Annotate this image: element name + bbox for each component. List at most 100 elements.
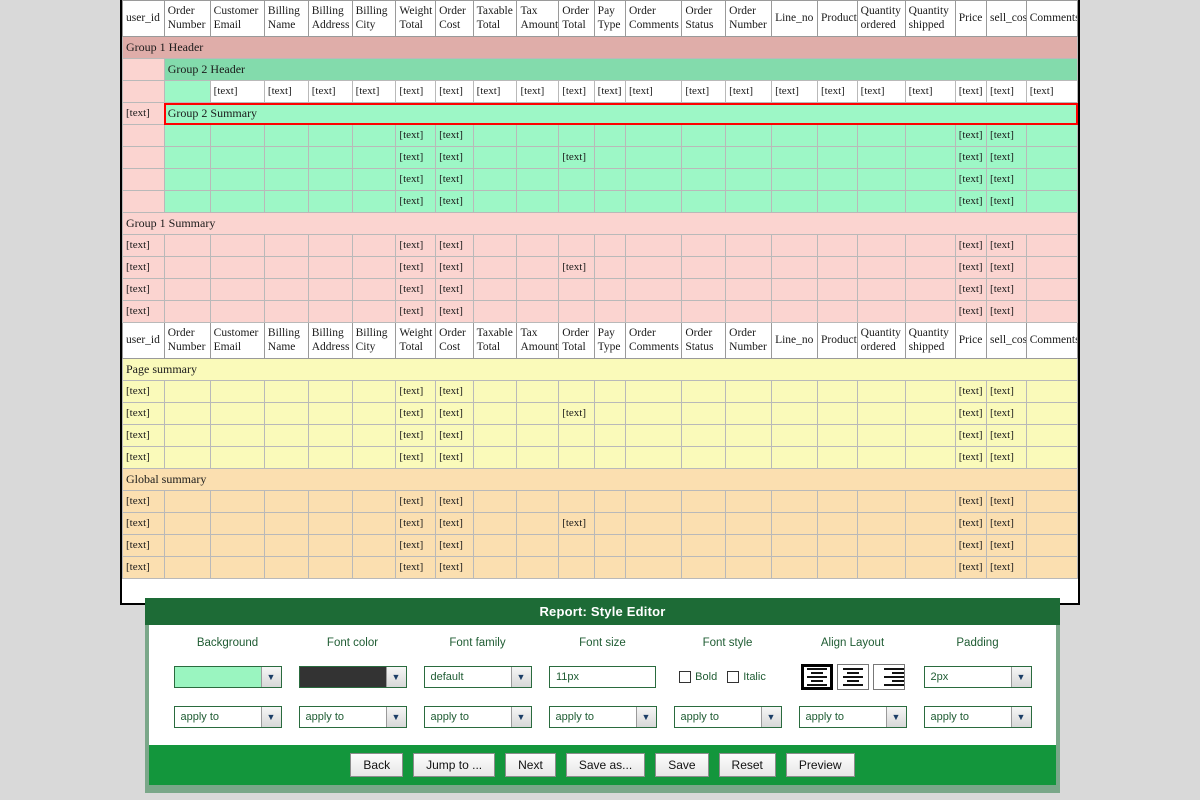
cell-14[interactable]	[726, 513, 772, 535]
cell-21[interactable]	[1026, 513, 1077, 535]
chevron-down-icon[interactable]: ▼	[386, 707, 406, 727]
cell-18[interactable]	[905, 191, 955, 213]
cell-3[interactable]	[264, 425, 308, 447]
cell-8[interactable]	[473, 513, 517, 535]
chevron-down-icon[interactable]: ▼	[261, 667, 281, 687]
cell-1[interactable]	[164, 425, 210, 447]
cell-11[interactable]	[594, 491, 625, 513]
cell-8[interactable]	[473, 169, 517, 191]
back-button[interactable]: Back	[350, 753, 403, 777]
page-summary-row[interactable]: [text][text][text][text][text]	[123, 447, 1078, 469]
cell-19[interactable]: [text]	[955, 147, 986, 169]
cell-19[interactable]: [text]	[955, 191, 986, 213]
cell-2[interactable]	[210, 169, 264, 191]
cell-6[interactable]: [text]	[396, 447, 436, 469]
cell-20[interactable]: [text]	[987, 191, 1027, 213]
cell-0[interactable]: [text]	[123, 447, 165, 469]
cell-7[interactable]: [text]	[436, 125, 474, 147]
font-size-input[interactable]: 11px	[549, 666, 656, 688]
group1-header-band[interactable]: Group 1 Header	[123, 37, 1078, 59]
cell-6[interactable]: [text]	[396, 191, 436, 213]
chevron-down-icon[interactable]: ▼	[1011, 667, 1031, 687]
cell-7[interactable]: [text]	[436, 447, 474, 469]
apply-to-select-font-color[interactable]: apply to ▼	[299, 706, 407, 728]
cell-9[interactable]	[517, 513, 559, 535]
cell-16[interactable]	[818, 125, 858, 147]
global-summary-row[interactable]: [text][text][text][text][text]	[123, 557, 1078, 579]
cell-19[interactable]: [text]	[955, 301, 986, 323]
page-summary-row[interactable]: [text][text][text][text][text]	[123, 381, 1078, 403]
cell-5[interactable]	[352, 381, 396, 403]
cell-8[interactable]	[473, 147, 517, 169]
cell-18[interactable]	[905, 125, 955, 147]
cell-7[interactable]: [text]	[436, 235, 474, 257]
cell-20[interactable]: [text]	[987, 491, 1027, 513]
cell-6[interactable]: [text]	[396, 279, 436, 301]
cell-5[interactable]	[352, 557, 396, 579]
cell-19[interactable]: [text]	[955, 169, 986, 191]
cell-8[interactable]	[473, 301, 517, 323]
cell-6[interactable]: [text]	[396, 169, 436, 191]
cell-1[interactable]	[164, 403, 210, 425]
cell-8[interactable]	[473, 279, 517, 301]
cell-3[interactable]	[264, 513, 308, 535]
cell-15[interactable]	[772, 535, 818, 557]
cell-18[interactable]	[905, 535, 955, 557]
cell-20[interactable]: [text]	[987, 279, 1027, 301]
cell-20[interactable]: [text]	[987, 81, 1027, 103]
chevron-down-icon[interactable]: ▼	[511, 667, 531, 687]
cell-12[interactable]	[625, 557, 681, 579]
cell-12[interactable]	[625, 257, 681, 279]
cell-11[interactable]: [text]	[594, 81, 625, 103]
report-canvas[interactable]: user_idOrder NumberCustomer EmailBilling…	[120, 0, 1080, 605]
cell-15[interactable]	[772, 169, 818, 191]
cell-4[interactable]	[308, 403, 352, 425]
cell-1[interactable]	[164, 535, 210, 557]
cell-16[interactable]	[818, 147, 858, 169]
cell-19[interactable]: [text]	[955, 513, 986, 535]
cell-16[interactable]	[818, 235, 858, 257]
cell-21[interactable]	[1026, 191, 1077, 213]
cell-18[interactable]	[905, 257, 955, 279]
cell-5[interactable]	[352, 235, 396, 257]
cell-12[interactable]	[625, 301, 681, 323]
cell-16[interactable]	[818, 279, 858, 301]
cell-11[interactable]	[594, 425, 625, 447]
background-color-select[interactable]: ▼	[174, 666, 282, 688]
cell-10[interactable]	[559, 191, 594, 213]
cell-21[interactable]: [text]	[1026, 81, 1077, 103]
cell-18[interactable]	[905, 169, 955, 191]
cell-12[interactable]	[625, 447, 681, 469]
cell-1[interactable]	[164, 491, 210, 513]
cell-13[interactable]	[682, 425, 726, 447]
cell-16[interactable]: [text]	[818, 81, 858, 103]
cell-17[interactable]	[857, 279, 905, 301]
cell-5[interactable]	[352, 279, 396, 301]
cell-17[interactable]	[857, 491, 905, 513]
cell-11[interactable]	[594, 403, 625, 425]
cell-4[interactable]	[308, 257, 352, 279]
cell-18[interactable]	[905, 491, 955, 513]
cell-20[interactable]: [text]	[987, 403, 1027, 425]
cell-0[interactable]: [text]	[123, 425, 165, 447]
cell-14[interactable]	[726, 557, 772, 579]
cell-9[interactable]	[517, 169, 559, 191]
cell-10[interactable]	[559, 425, 594, 447]
cell-7[interactable]: [text]	[436, 169, 474, 191]
cell-20[interactable]: [text]	[987, 257, 1027, 279]
cell-1[interactable]	[164, 81, 210, 103]
cell-13[interactable]	[682, 279, 726, 301]
cell-6[interactable]: [text]	[396, 81, 436, 103]
apply-to-select-align-layout[interactable]: apply to ▼	[799, 706, 907, 728]
cell-15[interactable]	[772, 235, 818, 257]
cell-10[interactable]	[559, 381, 594, 403]
cell-8[interactable]	[473, 557, 517, 579]
cell-18[interactable]	[905, 235, 955, 257]
style-editor-dialog[interactable]: Report: Style Editor Background ▼ Font c…	[145, 598, 1060, 793]
cell-9[interactable]	[517, 425, 559, 447]
group2-detail-row[interactable]: [text][text][text][text]	[123, 191, 1078, 213]
cell-15[interactable]	[772, 513, 818, 535]
group1-gutter[interactable]	[123, 191, 165, 213]
cell-9[interactable]	[517, 257, 559, 279]
cell-5[interactable]: [text]	[352, 81, 396, 103]
